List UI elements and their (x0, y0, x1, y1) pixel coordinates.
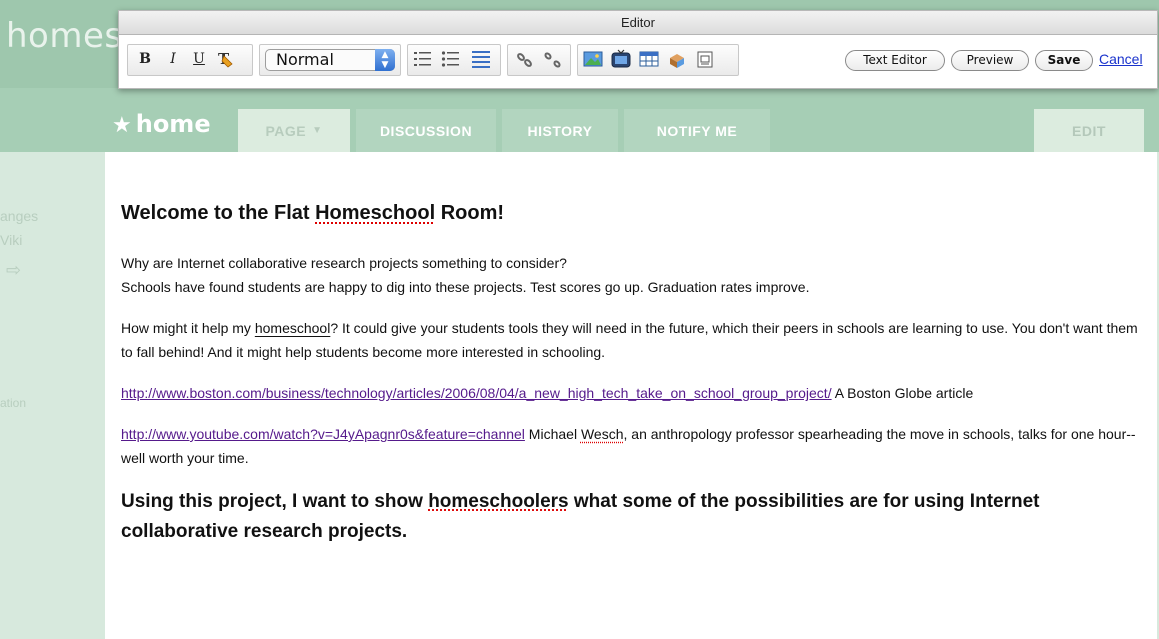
editor-toolbar-window: Editor B I U T Normal▲▼ (118, 10, 1158, 89)
bold-button[interactable]: B (135, 48, 155, 70)
underlined-word: homeschool (254, 320, 331, 336)
misspelled-word: homeschoolers (428, 491, 569, 512)
page-title-text: home (135, 110, 211, 138)
content-subheading: Using this project, I want to show homes… (121, 491, 1040, 542)
media-icon[interactable] (611, 48, 631, 70)
tab-page-label: PAGE (265, 122, 307, 139)
cancel-link[interactable]: Cancel (1099, 51, 1143, 67)
tab-page[interactable]: PAGE ▼ (238, 109, 350, 152)
editor-content[interactable]: Welcome to the Flat Homeschool Room! Why… (105, 152, 1157, 639)
paragraph-intro: Why are Internet collaborative research … (121, 255, 810, 295)
tab-notify-me-label: NOTIFY ME (656, 122, 738, 139)
boston-globe-link[interactable]: http://www.boston.com/business/technolog… (121, 385, 832, 401)
misspelled-word: Homeschool (315, 202, 436, 224)
widget-icon[interactable] (667, 48, 687, 70)
paragraph-homeschool: How might it help my homeschool? It coul… (121, 320, 1138, 360)
embed-code-icon[interactable] (695, 48, 715, 70)
select-arrow-icon: ▲ ▼ (375, 49, 395, 71)
misspelled-word: Wesch (580, 426, 624, 442)
numbered-list-icon[interactable] (413, 48, 433, 70)
sidebar-item-navigation[interactable]: ation (0, 396, 26, 410)
save-button[interactable]: Save (1035, 50, 1093, 71)
tab-discussion-label: DISCUSSION (379, 122, 473, 139)
paragraph-boston-globe: http://www.boston.com/business/technolog… (121, 385, 974, 401)
edit-label: EDIT (1072, 122, 1106, 139)
preview-button[interactable]: Preview (951, 50, 1029, 71)
edit-button[interactable]: EDIT (1034, 109, 1144, 152)
italic-button[interactable]: I (163, 48, 183, 70)
sidebar-item-wiki[interactable]: Viki (0, 232, 22, 248)
paragraph-youtube: http://www.youtube.com/watch?v=J4yApagnr… (121, 426, 1136, 466)
bullet-list-icon[interactable] (441, 48, 461, 70)
youtube-link[interactable]: http://www.youtube.com/watch?v=J4yApagnr… (121, 426, 525, 442)
tab-discussion[interactable]: DISCUSSION (356, 109, 496, 152)
horizontal-rule-icon[interactable] (471, 48, 491, 70)
tab-history[interactable]: HISTORY (502, 109, 618, 152)
table-icon[interactable] (639, 48, 659, 70)
editor-title[interactable]: Editor (119, 11, 1157, 35)
link-icon[interactable] (515, 48, 535, 70)
page-title: ★ home (112, 110, 211, 138)
arrow-right-icon[interactable]: ⇨ (6, 260, 21, 281)
text-editor-button[interactable]: Text Editor (845, 50, 945, 71)
tab-notify-me[interactable]: NOTIFY ME (624, 109, 770, 152)
clear-format-icon[interactable]: T (215, 48, 235, 70)
tab-history-label: HISTORY (527, 122, 593, 139)
star-icon[interactable]: ★ (112, 113, 132, 138)
sidebar-item-changes[interactable]: anges (0, 208, 38, 224)
underline-button[interactable]: U (189, 48, 209, 70)
editor-toolbar: B I U T Normal▲▼ (119, 35, 1157, 89)
format-select[interactable]: Normal ▲ ▼ (265, 49, 395, 71)
content-heading: Welcome to the Flat Homeschool Room! (121, 202, 505, 224)
image-icon[interactable] (583, 48, 603, 70)
chevron-down-icon: ▼ (312, 125, 323, 136)
unlink-icon[interactable] (543, 48, 563, 70)
